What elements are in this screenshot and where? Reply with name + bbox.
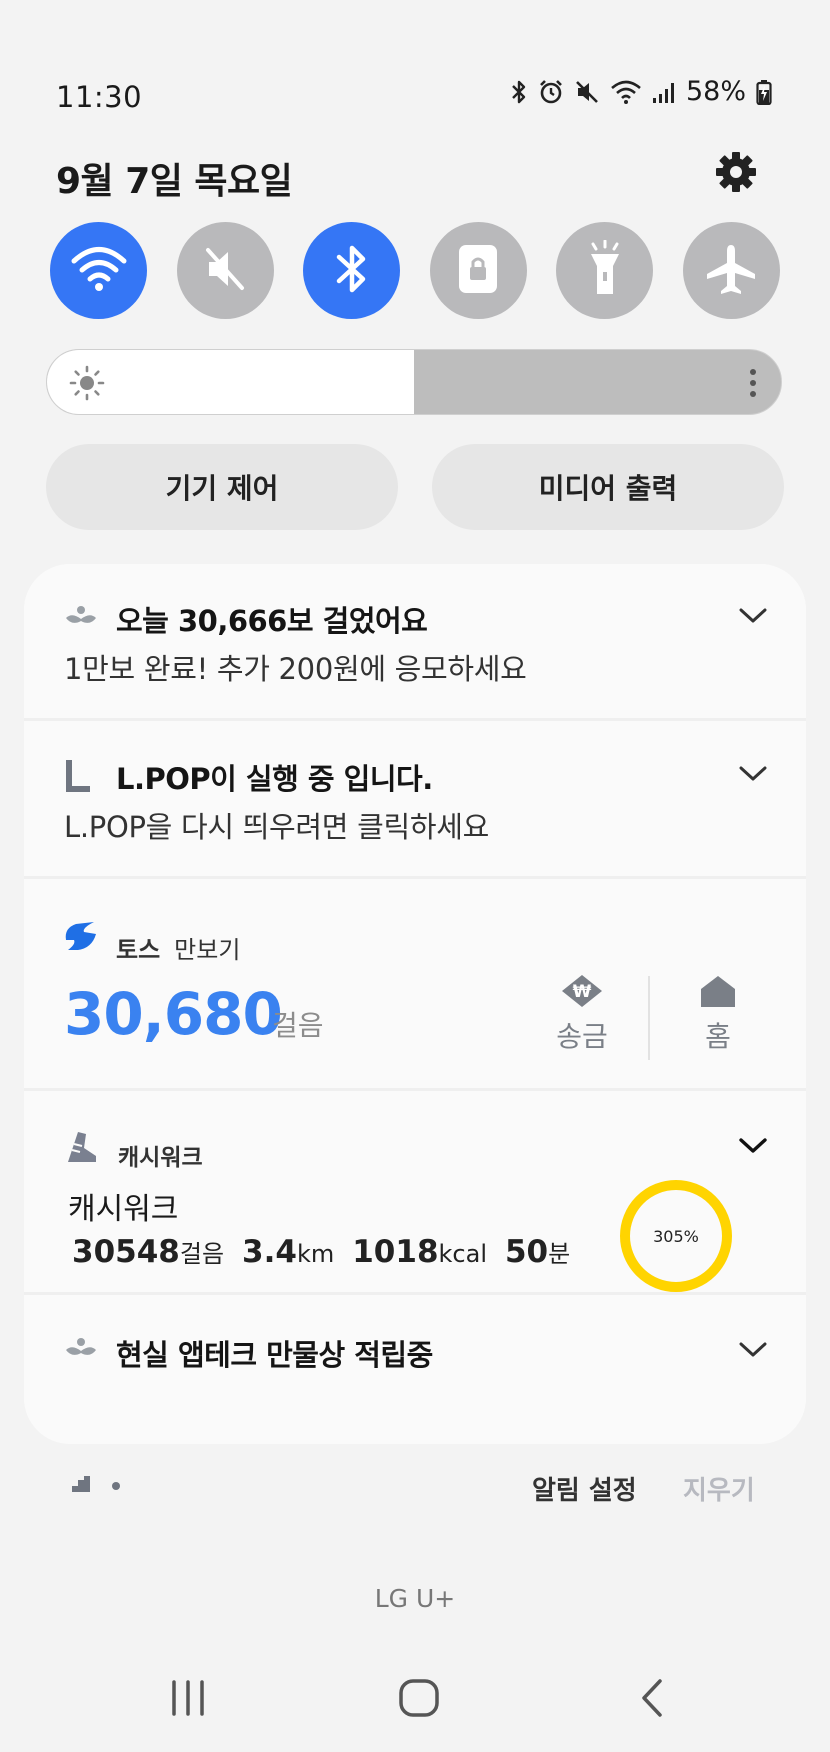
cashwalk-steps-unit: 걸음: [179, 1240, 225, 1268]
cashwalk-goal-ring: 305%: [620, 1180, 732, 1292]
recent-apps-icon[interactable]: [168, 1676, 208, 1724]
cashwalk-calories-unit: kcal: [438, 1240, 487, 1268]
notification-apptech[interactable]: 현실 앱테크 만물상 적립중: [24, 1296, 806, 1404]
battery-charging-icon: [756, 79, 772, 105]
mustache-icon: [64, 1336, 98, 1364]
wifi-toggle[interactable]: [50, 222, 147, 319]
cashwalk-distance: 3.4: [242, 1234, 297, 1270]
media-output-button[interactable]: 미디어 출력: [432, 444, 784, 530]
svg-text:₩: ₩: [573, 982, 592, 1002]
more-options-icon[interactable]: [749, 368, 757, 402]
notification-title: L.POP이 실행 중 입니다.: [116, 762, 433, 796]
bluetooth-icon: [510, 79, 528, 105]
notification-title: 현실 앱테크 만물상 적립중: [116, 1338, 433, 1372]
airplane-mode-toggle[interactable]: [682, 222, 780, 319]
home-label: 홈: [705, 1020, 731, 1053]
airplane-icon: [704, 242, 758, 300]
toss-logo-icon: [62, 920, 98, 956]
screen-lock-toggle[interactable]: [429, 222, 527, 319]
flashlight-icon: [585, 239, 625, 302]
cashwalk-stats: 30548걸음 3.4km 1018kcal 50분: [72, 1234, 588, 1270]
brightness-slider[interactable]: [46, 349, 782, 415]
won-icon: ₩: [562, 975, 602, 1007]
cashwalk-goal-percent: 305%: [653, 1226, 699, 1246]
bluetooth-toggle[interactable]: [303, 222, 401, 319]
notification-lpop[interactable]: L.POP이 실행 중 입니다. L.POP을 다시 띄우려면 클릭하세요: [24, 722, 806, 879]
action-divider: [648, 976, 650, 1060]
send-money-label: 송금: [556, 1020, 608, 1053]
cashwalk-shoe-icon: [64, 1130, 98, 1168]
notification-body: 1만보 완료! 추가 200원에 응모하세요: [64, 652, 527, 686]
toss-app-name: 토스: [116, 936, 161, 964]
notification-app-icons: [70, 1474, 130, 1498]
notification-steps-reward[interactable]: 오늘 30,666보 걸었어요 1만보 완료! 추가 200원에 응모하세요: [24, 564, 806, 721]
cashwalk-calories: 1018: [352, 1234, 439, 1270]
chevron-down-icon[interactable]: [738, 1340, 768, 1360]
notification-cashwalk[interactable]: 캐시워크 캐시워크 30548걸음 3.4km 1018kcal 50분 305%: [24, 1092, 806, 1295]
notification-panel: 오늘 30,666보 걸었어요 1만보 완료! 추가 200원에 응모하세요 L…: [24, 564, 806, 1444]
wifi-icon: [71, 246, 127, 296]
cashwalk-minutes: 50: [504, 1234, 549, 1270]
toss-app-label: 토스 만보기: [116, 930, 240, 965]
brightness-sun-icon: [69, 365, 105, 405]
home-icon: [701, 976, 735, 1007]
battery-percent: 58%: [685, 76, 746, 107]
mustache-icon: [64, 604, 98, 632]
device-control-button[interactable]: 기기 제어: [46, 444, 398, 530]
cashwalk-title: 캐시워크: [68, 1192, 179, 1227]
cashwalk-steps: 30548: [72, 1234, 180, 1270]
mute-icon: [200, 244, 250, 298]
chevron-down-icon[interactable]: [738, 1136, 768, 1156]
notification-settings-button[interactable]: 알림 설정: [532, 1470, 637, 1507]
chevron-down-icon[interactable]: [738, 606, 768, 626]
cashwalk-distance-unit: km: [296, 1240, 335, 1268]
status-icons: 58%: [510, 76, 772, 107]
lock-rotation-icon: [456, 242, 500, 300]
cashwalk-app-name: 캐시워크: [118, 1145, 203, 1171]
toss-feature-name: 만보기: [174, 936, 241, 964]
chevron-down-icon[interactable]: [738, 764, 768, 784]
wifi-icon: [610, 79, 642, 105]
lpop-app-icon: [66, 758, 92, 796]
notification-toss-pedometer[interactable]: 토스 만보기 30,680 걸음 ₩ 송금 홈: [24, 880, 806, 1091]
carrier-label: LG U+: [374, 1584, 456, 1613]
toss-step-unit: 걸음: [272, 1009, 324, 1042]
status-time: 11:30: [56, 80, 143, 114]
quick-settings-row: [50, 222, 780, 319]
send-money-button[interactable]: ₩ 송금: [542, 974, 622, 1055]
date-label: 9월 7일 목요일: [56, 161, 293, 202]
sound-toggle[interactable]: [176, 222, 274, 319]
mute-icon: [574, 79, 600, 105]
cashwalk-minutes-unit: 분: [548, 1240, 571, 1268]
home-button[interactable]: 홈: [678, 974, 758, 1055]
back-icon[interactable]: [636, 1676, 668, 1724]
bluetooth-icon: [332, 241, 372, 301]
clear-notifications-button[interactable]: 지우기: [683, 1470, 755, 1507]
signal-icon: [652, 80, 676, 104]
toss-step-count: 30,680: [64, 980, 283, 1048]
flashlight-toggle[interactable]: [556, 222, 654, 319]
settings-gear-icon[interactable]: [714, 150, 758, 194]
home-nav-icon[interactable]: [396, 1676, 442, 1724]
notification-body: L.POP을 다시 띄우려면 클릭하세요: [64, 810, 489, 844]
alarm-icon: [538, 79, 564, 105]
notification-title: 오늘 30,666보 걸었어요: [116, 604, 428, 638]
